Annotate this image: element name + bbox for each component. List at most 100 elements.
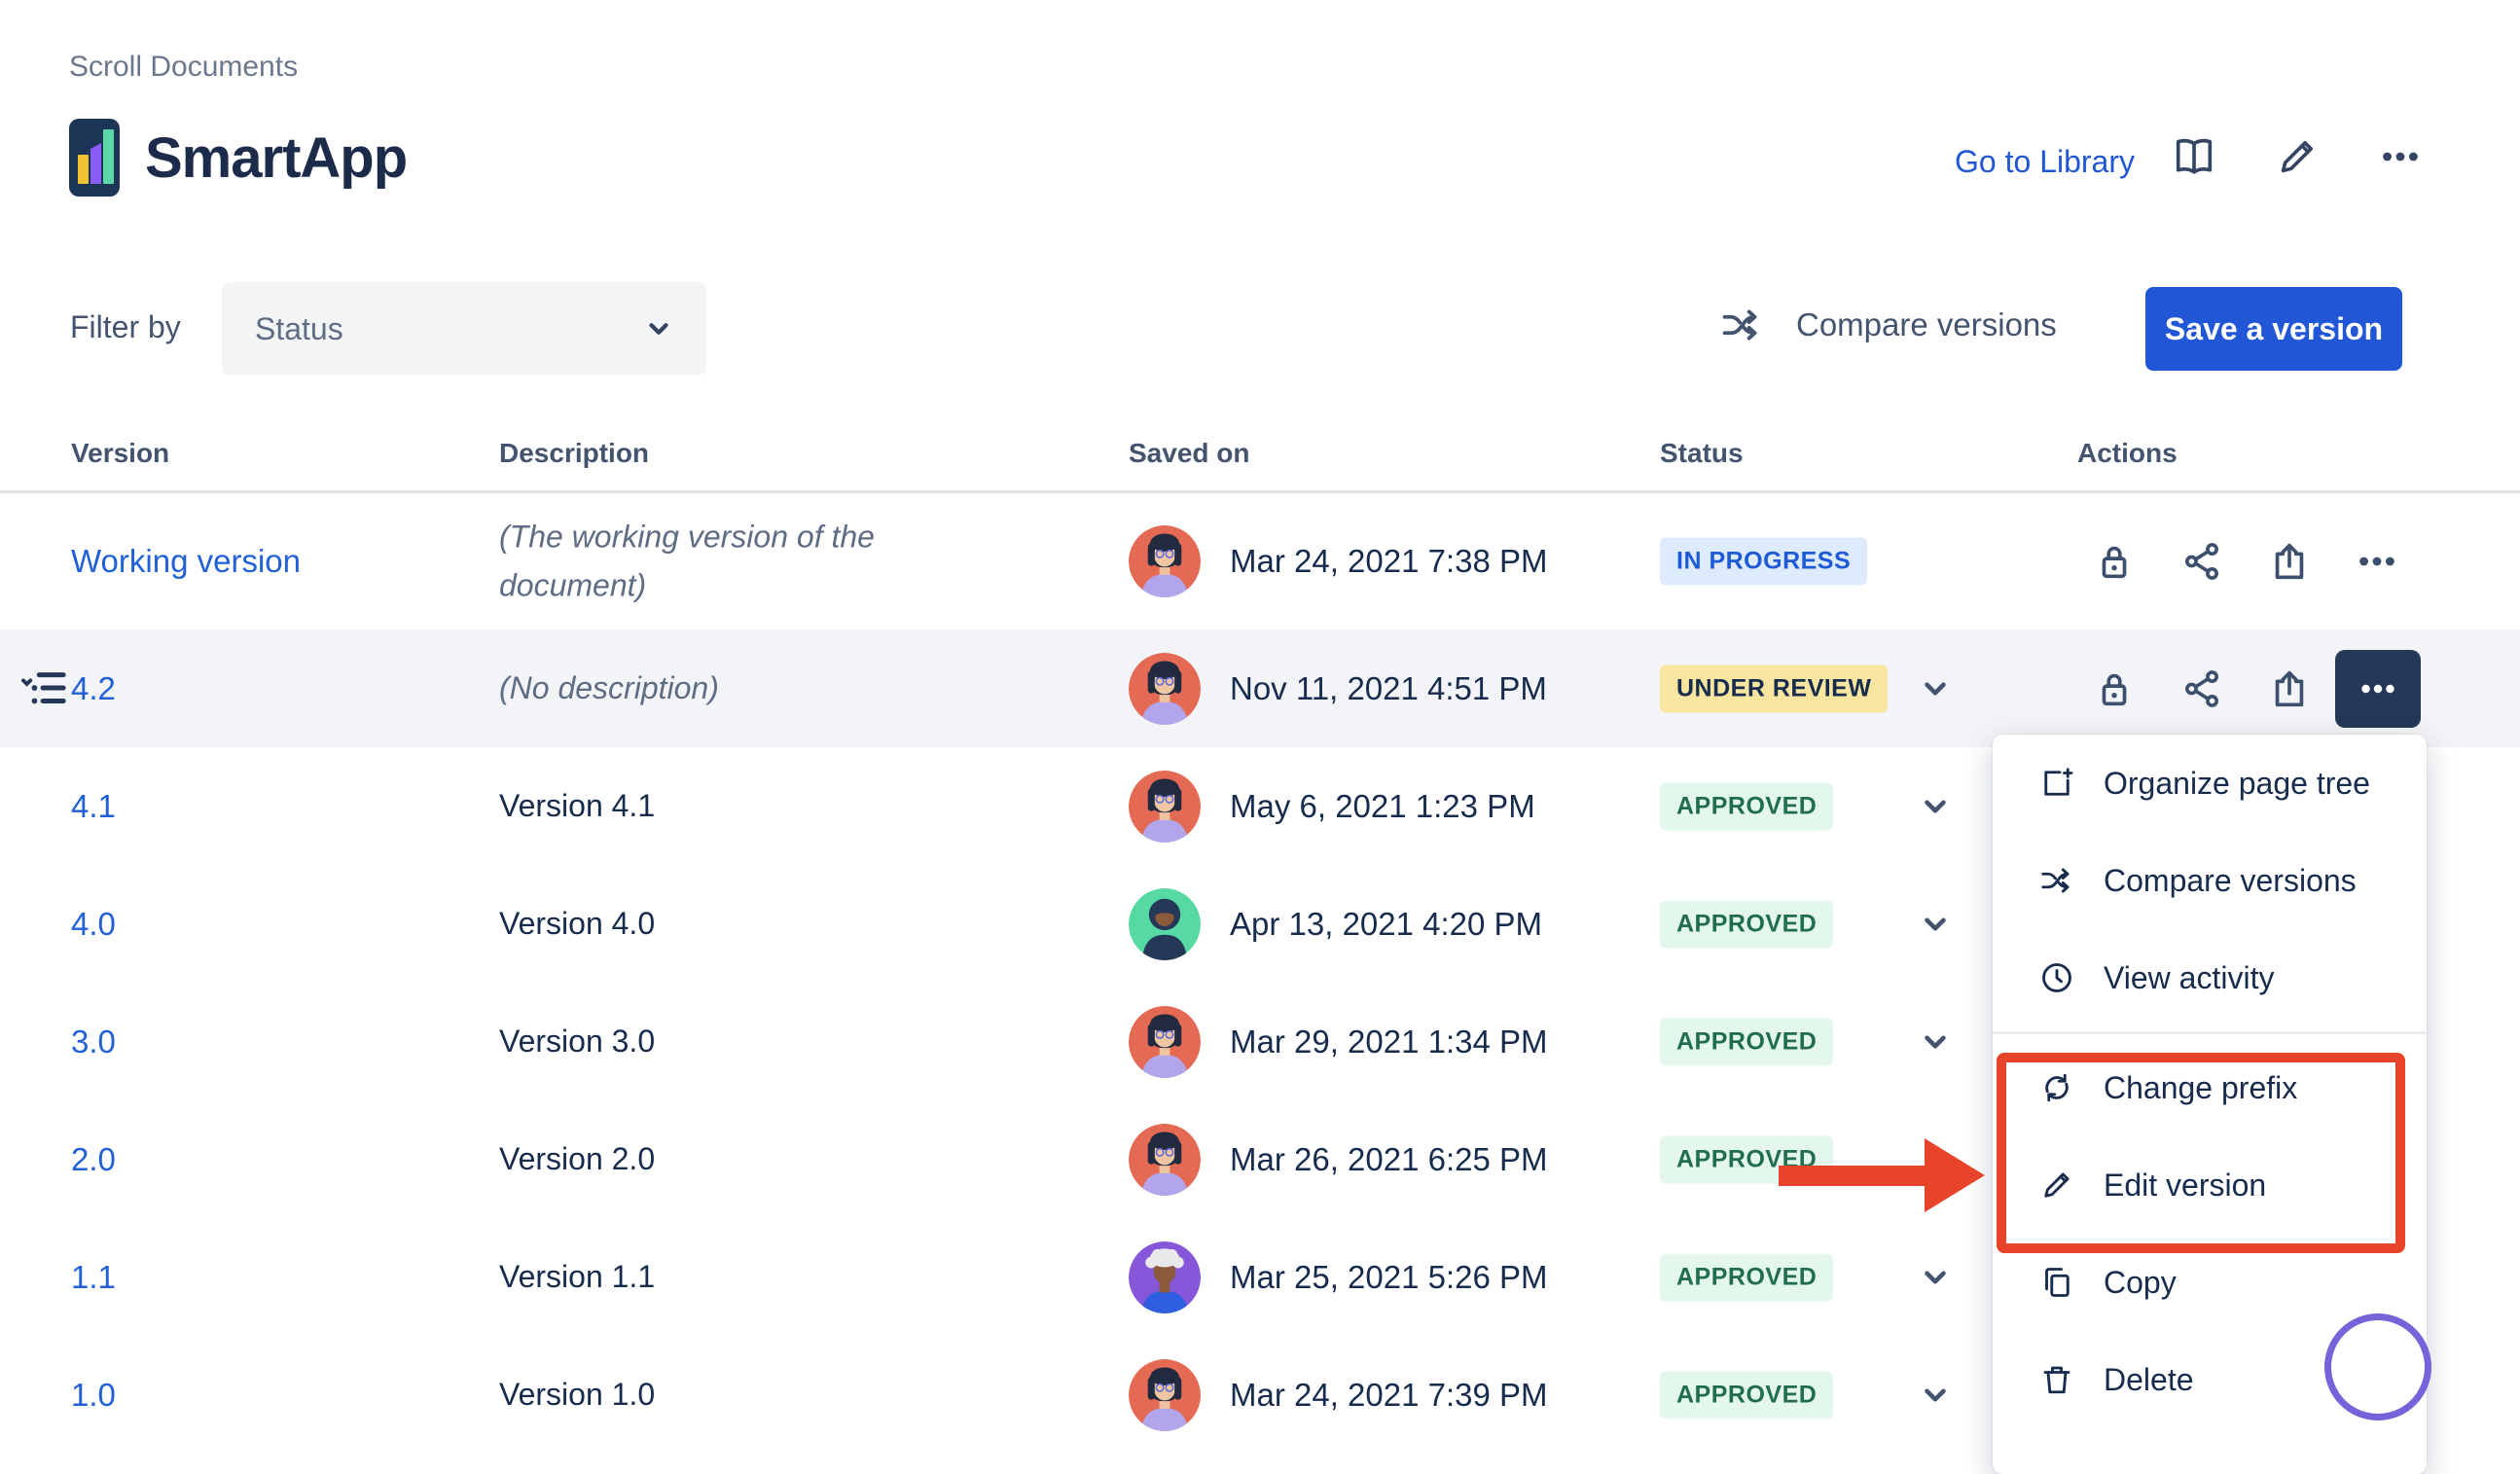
share-icon[interactable]: [2179, 666, 2224, 711]
go-to-library-link[interactable]: Go to Library: [1955, 144, 2135, 180]
saved-on-date: Mar 25, 2021 5:26 PM: [1230, 1259, 1548, 1296]
menu-item-label: Change prefix: [2104, 1070, 2297, 1106]
version-link[interactable]: 4.0: [71, 906, 116, 943]
col-version: Version: [71, 438, 169, 469]
col-status: Status: [1660, 438, 1744, 469]
version-description: Version 1.0: [499, 1371, 939, 1420]
status-filter-dropdown[interactable]: Status: [222, 282, 706, 376]
version-link[interactable]: 4.1: [71, 788, 116, 825]
menu-item-label: Delete: [2104, 1362, 2194, 1398]
menu-item-organize-page-tree[interactable]: Organize page tree: [1993, 735, 2427, 832]
status-badge: APPROVED: [1660, 782, 1833, 830]
version-description: Version 4.1: [499, 782, 939, 831]
logo-bar-yellow: [78, 155, 89, 184]
table-row: Working version (The working version of …: [0, 493, 2520, 629]
version-description: Version 4.0: [499, 900, 939, 949]
table-row-selected: 4.2 (No description) Nov 11, 2021 4:51 P…: [0, 629, 2520, 747]
scroll-documents-page: Scroll Documents SmartApp Go to Library …: [0, 0, 2520, 1438]
logo-bar-purple: [90, 143, 101, 184]
avatar: [1129, 525, 1201, 597]
status-chevron-icon[interactable]: [1919, 908, 1952, 941]
edit-pencil-icon: [2039, 1168, 2074, 1203]
avatar: [1129, 653, 1201, 725]
menu-item-change-prefix[interactable]: Change prefix: [1993, 1039, 2427, 1136]
saved-on-date: Mar 24, 2021 7:39 PM: [1230, 1377, 1548, 1414]
status-chevron-icon[interactable]: [1919, 790, 1952, 823]
page-tree-icon[interactable]: [19, 666, 70, 711]
avatar: [1129, 1359, 1201, 1431]
logo-bar-green: [103, 129, 114, 184]
status-chevron-icon[interactable]: [1919, 1261, 1952, 1294]
version-description: Version 3.0: [499, 1018, 939, 1066]
lock-icon[interactable]: [2092, 666, 2137, 711]
status-chevron-icon[interactable]: [1919, 672, 1952, 705]
compare-versions-button[interactable]: Compare versions: [1720, 304, 2057, 346]
menu-item-label: Compare versions: [2104, 863, 2357, 899]
trash-icon: [2039, 1362, 2074, 1397]
version-description: Version 1.1: [499, 1253, 939, 1302]
version-link[interactable]: 1.1: [71, 1259, 116, 1296]
col-description: Description: [499, 438, 649, 469]
saved-on-date: Apr 13, 2021 4:20 PM: [1230, 906, 1542, 943]
col-saved-on: Saved on: [1129, 438, 1249, 469]
version-link[interactable]: 4.2: [71, 670, 116, 707]
status-badge: APPROVED: [1660, 1371, 1833, 1419]
document-logo: [69, 119, 120, 197]
menu-divider: [1993, 1031, 2427, 1034]
avatar: [1129, 771, 1201, 843]
saved-on-date: Mar 29, 2021 1:34 PM: [1230, 1024, 1548, 1061]
status-chevron-icon[interactable]: [1919, 1143, 1952, 1176]
saved-on-date: Mar 26, 2021 6:25 PM: [1230, 1141, 1548, 1178]
version-description: (No description): [499, 665, 939, 713]
menu-item-label: Edit version: [2104, 1168, 2266, 1204]
avatar: [1129, 888, 1201, 960]
purple-circle-annotation: [2324, 1313, 2431, 1420]
row-more-button-active[interactable]: [2335, 650, 2421, 728]
status-badge: UNDER REVIEW: [1660, 665, 1888, 712]
copy-icon: [2039, 1265, 2074, 1300]
table-header-row: Version Description Saved on Status Acti…: [0, 438, 2520, 493]
row-more-icon[interactable]: [2355, 539, 2399, 584]
saved-on-date: Nov 11, 2021 4:51 PM: [1230, 670, 1547, 707]
version-link[interactable]: 2.0: [71, 1141, 116, 1178]
status-badge: APPROVED: [1660, 900, 1833, 948]
edit-pencil-icon[interactable]: [2275, 134, 2320, 179]
avatar: [1129, 1124, 1201, 1196]
menu-item-edit-version[interactable]: Edit version: [1993, 1136, 2427, 1234]
menu-item-label: Organize page tree: [2104, 766, 2370, 802]
status-chevron-icon[interactable]: [1919, 1379, 1952, 1412]
status-chevron-icon[interactable]: [1919, 1025, 1952, 1059]
export-icon[interactable]: [2267, 666, 2312, 711]
avatar: [1129, 1006, 1201, 1078]
menu-item-label: View activity: [2104, 960, 2274, 996]
lock-icon[interactable]: [2092, 539, 2137, 584]
status-badge: APPROVED: [1660, 1135, 1833, 1183]
library-book-icon[interactable]: [2172, 134, 2216, 179]
version-link[interactable]: 3.0: [71, 1024, 116, 1061]
version-description: Version 2.0: [499, 1135, 939, 1184]
compare-versions-label: Compare versions: [1796, 306, 2057, 343]
chevron-down-icon: [644, 314, 673, 343]
version-link[interactable]: Working version: [71, 543, 301, 580]
shuffle-icon: [2039, 863, 2074, 898]
add-page-icon: [2039, 766, 2074, 801]
saved-on-date: May 6, 2021 1:23 PM: [1230, 788, 1535, 825]
menu-item-compare-versions[interactable]: Compare versions: [1993, 832, 2427, 929]
export-icon[interactable]: [2267, 539, 2312, 584]
menu-item-view-activity[interactable]: View activity: [1993, 929, 2427, 1026]
save-a-version-button[interactable]: Save a version: [2145, 287, 2402, 371]
avatar: [1129, 1241, 1201, 1313]
clock-icon: [2039, 960, 2074, 995]
filter-by-label: Filter by: [70, 309, 181, 345]
col-actions: Actions: [2077, 438, 2178, 469]
status-badge: IN PROGRESS: [1660, 538, 1867, 586]
sync-icon: [2039, 1070, 2074, 1105]
menu-item-label: Copy: [2104, 1265, 2177, 1301]
version-link[interactable]: 1.0: [71, 1377, 116, 1414]
more-options-icon[interactable]: [2378, 134, 2423, 179]
status-badge: APPROVED: [1660, 1253, 1833, 1301]
share-icon[interactable]: [2179, 539, 2224, 584]
status-filter-value: Status: [255, 311, 343, 347]
status-badge: APPROVED: [1660, 1018, 1833, 1065]
shuffle-icon: [1720, 304, 1763, 346]
